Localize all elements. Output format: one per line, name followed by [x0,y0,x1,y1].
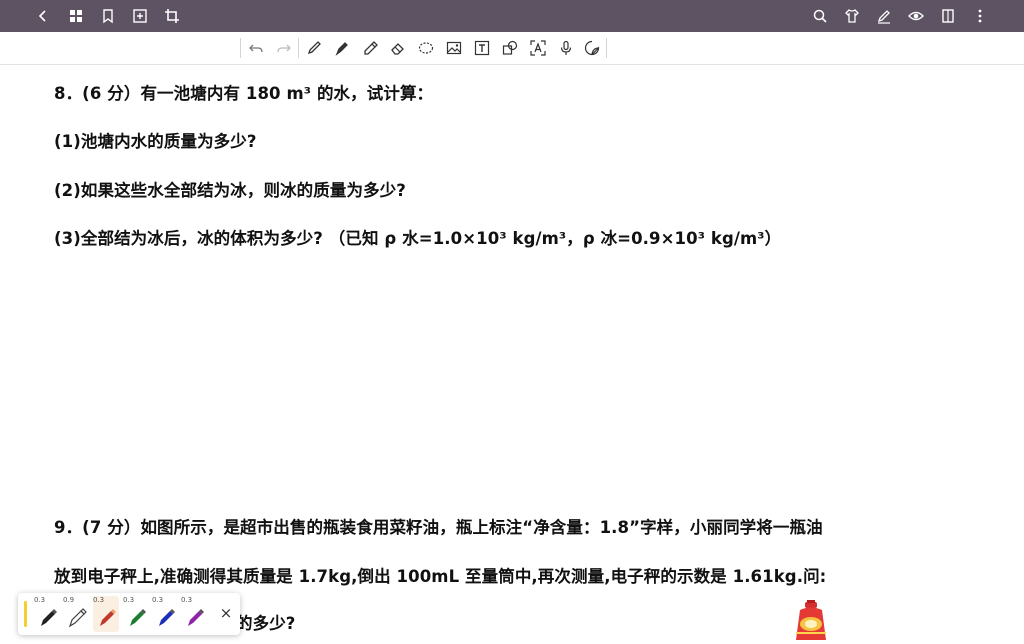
question-8-part-2: (2)如果这些水全部结为冰，则冰的质量为多少? [54,181,406,200]
pen-preset-5[interactable]: 0.3 [152,596,178,632]
pen-preset-1[interactable]: 0.3 [34,596,60,632]
sticker-icon[interactable] [582,38,602,58]
pen-width-label: 0.3 [123,596,135,604]
pen-icon[interactable] [304,38,324,58]
pen-width-label: 0.3 [93,596,105,604]
microphone-icon[interactable] [556,38,576,58]
search-icon[interactable] [810,6,830,26]
text-recognize-icon[interactable] [528,38,548,58]
pen-tray: 0.3 0.9 0.3 0.3 0.3 0.3 × [18,593,240,635]
lasso-icon[interactable] [416,38,436,58]
question-9-line-3: 的多少? [236,614,296,633]
image-icon[interactable] [444,38,464,58]
pen-icon [41,609,57,626]
add-page-icon[interactable] [130,6,150,26]
top-app-bar [0,0,1024,32]
pen-width-label: 0.3 [152,596,164,604]
pen-style-icon[interactable] [874,6,894,26]
pen-preset-6[interactable]: 0.3 [181,596,207,632]
toolbar-divider [606,38,607,58]
undo-icon[interactable] [246,38,266,58]
page-layout-icon[interactable] [938,6,958,26]
pen-tray-color-bar [24,601,27,627]
pen-preset-3[interactable]: 0.3 [93,596,119,632]
tool-bar [0,32,1024,65]
toolbar-divider [240,38,241,58]
bookmark-icon[interactable] [98,6,118,26]
question-9-title: 9．(7 分）如图所示，是超市出售的瓶装食用菜籽油，瓶上标注“净含量：1.8”字… [54,518,823,537]
shapes-icon[interactable] [500,38,520,58]
pen-icon [188,609,204,626]
pen-width-label: 0.3 [181,596,193,604]
pen-icon [100,609,116,626]
grid-icon[interactable] [66,6,86,26]
shirt-icon[interactable] [842,6,862,26]
more-icon[interactable] [970,6,990,26]
pen-icon [68,608,87,628]
pen-icon [159,609,175,626]
fountain-pen-icon[interactable] [332,38,352,58]
eraser-icon[interactable] [388,38,408,58]
close-pen-tray-button[interactable]: × [218,604,234,622]
pen-preset-4[interactable]: 0.3 [123,596,149,632]
back-icon[interactable] [33,6,53,26]
pen-icon [130,609,146,626]
question-8-title: 8．(6 分）有一池塘内有 180 m³ 的水，试计算： [54,84,434,103]
question-8-part-1: (1)池塘内水的质量为多少? [54,132,257,151]
text-box-icon[interactable] [472,38,492,58]
redo-icon[interactable] [274,38,294,58]
crop-icon[interactable] [162,6,182,26]
pen-width-label: 0.9 [63,596,75,604]
pen-preset-2[interactable]: 0.9 [63,596,89,632]
eye-icon[interactable] [906,6,926,26]
toolbar-divider [298,38,299,58]
document-page[interactable]: 8．(6 分）有一池塘内有 180 m³ 的水，试计算： (1)池塘内水的质量为… [0,65,1024,640]
pen-width-label: 0.3 [34,596,46,604]
question-8-part-3: (3)全部结为冰后，冰的体积为多少? （已知 ρ 水=1.0×10³ kg/m³… [54,229,782,248]
highlighter-icon[interactable] [360,38,380,58]
question-9-line-2: 放到电子秤上,准确测得其质量是 1.7kg,倒出 100mL 至量筒中,再次测量… [54,567,827,586]
oil-bottle-image [786,600,836,640]
